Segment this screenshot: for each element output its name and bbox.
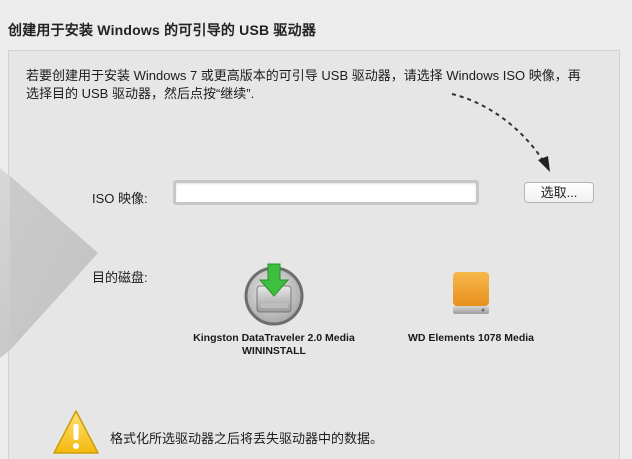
warning-text: 格式化所选驱动器之后将丢失驱动器中的数据。 (110, 431, 384, 446)
dashed-arrow-icon (451, 93, 550, 172)
drive-volume: WININSTALL (242, 345, 306, 357)
usb-drive-download-icon (244, 263, 304, 326)
drive-name: Kingston DataTraveler 2.0 Media (193, 332, 355, 344)
destination-disk-label: 目的磁盘: (92, 270, 148, 285)
warning-icon (53, 410, 99, 454)
iso-image-input[interactable] (173, 180, 479, 205)
choose-iso-button[interactable]: 选取... (524, 182, 594, 203)
drive-wd-elements[interactable]: WD Elements 1078 Media (396, 262, 546, 345)
drive-name: WD Elements 1078 Media (407, 332, 535, 344)
iso-image-label: ISO 映像: (92, 191, 148, 206)
drive-kingston[interactable]: Kingston DataTraveler 2.0 Media WININSTA… (180, 262, 368, 358)
boot-camp-window: 创建用于安装 Windows 的可引导的 USB 驱动器 若要创建用于安装 Wi… (0, 0, 632, 459)
window-title: 创建用于安装 Windows 的可引导的 USB 驱动器 (8, 22, 317, 38)
external-drive-icon (453, 272, 489, 314)
